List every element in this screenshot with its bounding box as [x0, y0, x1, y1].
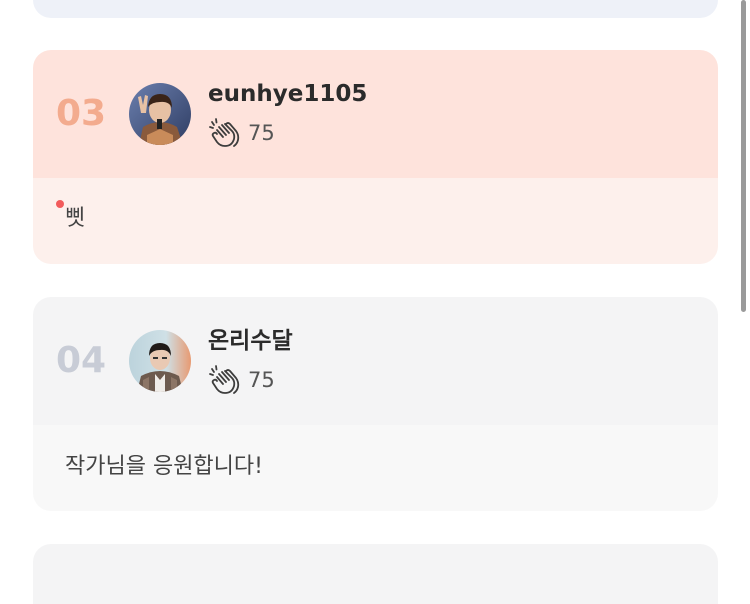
- ranking-card[interactable]: 04 온리수달 75 작가님을 응원합니다!: [33, 297, 718, 511]
- comment-text: 삣: [65, 206, 86, 231]
- rank-number: 03: [56, 93, 107, 134]
- clap-counter: 75: [208, 363, 275, 397]
- comment-text: 작가님을 응원합니다!: [65, 454, 263, 479]
- ranking-card[interactable]: 03 eunhye1105 75 삣: [33, 50, 718, 264]
- ranking-card-partial-top[interactable]: [33, 0, 718, 18]
- rank-number: 04: [56, 340, 107, 381]
- comment-area: 작가님을 응원합니다!: [33, 425, 718, 511]
- ranking-card-partial-bottom[interactable]: [33, 544, 718, 604]
- comment-area: 삣: [33, 178, 718, 264]
- new-indicator-dot: [56, 200, 64, 208]
- clap-count: 75: [248, 121, 275, 145]
- clapping-hands-icon: [209, 118, 240, 147]
- ranking-card-header: 03 eunhye1105 75: [33, 50, 718, 178]
- ranking-card-header: 04 온리수달 75: [33, 297, 718, 425]
- username[interactable]: 온리수달: [208, 325, 293, 357]
- avatar[interactable]: [129, 330, 191, 392]
- clap-counter: 75: [208, 116, 275, 150]
- user-avatar-photo: [129, 83, 191, 145]
- clapping-hands-icon: [209, 365, 240, 394]
- avatar[interactable]: [129, 83, 191, 145]
- clap-count: 75: [248, 368, 275, 392]
- scrollbar[interactable]: [741, 0, 746, 312]
- user-avatar-photo: [129, 330, 191, 392]
- username[interactable]: eunhye1105: [208, 78, 367, 110]
